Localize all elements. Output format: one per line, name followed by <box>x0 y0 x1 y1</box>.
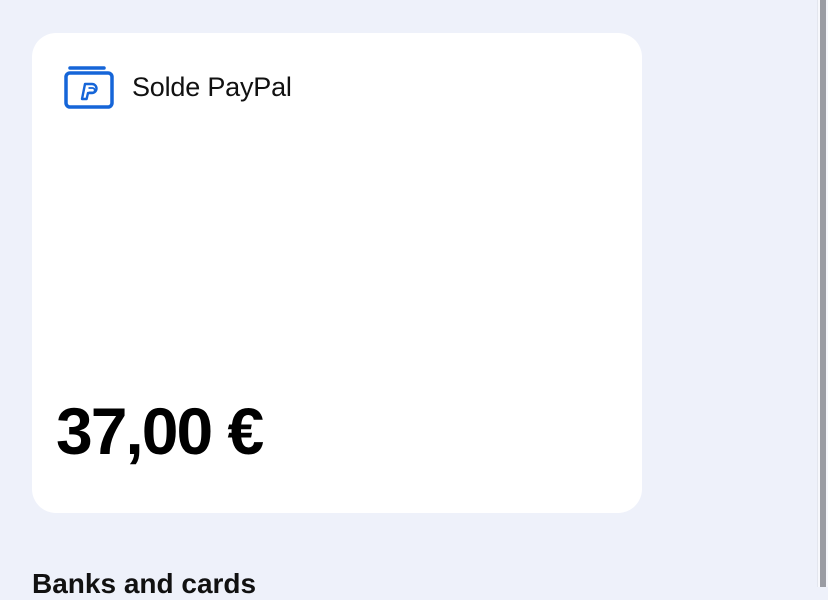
section-heading: Banks and cards <box>32 568 257 599</box>
paypal-wallet-icon <box>64 64 114 110</box>
scrollbar-thumb[interactable] <box>820 0 826 587</box>
scrollbar[interactable] <box>817 0 828 587</box>
card-header: Solde PayPal <box>64 64 292 110</box>
paypal-balance-card[interactable]: Solde PayPal 37,00 € <box>32 33 642 513</box>
balance-amount: 37,00 € <box>56 394 264 468</box>
card-title: Solde PayPal <box>132 71 292 102</box>
